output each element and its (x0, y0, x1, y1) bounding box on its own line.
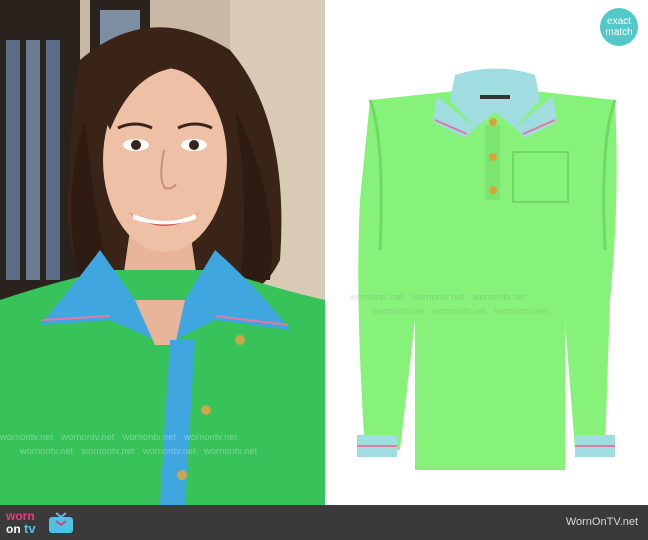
celebrity-photo (0, 0, 325, 505)
wornontv-logo[interactable]: worn on tv (6, 509, 84, 537)
badge-line2: match (605, 27, 633, 38)
tv-icon (49, 512, 73, 533)
footer-bar: worn on tv WornOnTV.net (0, 505, 648, 540)
badge-line1: exact (607, 16, 631, 27)
logo-word-tv: tv (24, 521, 36, 536)
photo-illustration (0, 0, 325, 505)
product-illustration (357, 68, 617, 470)
logo-word-on: on (6, 522, 21, 536)
product-photo[interactable] (325, 0, 648, 505)
site-name: WornOnTV.net (565, 516, 638, 528)
exact-match-badge[interactable]: exact match (600, 8, 638, 46)
